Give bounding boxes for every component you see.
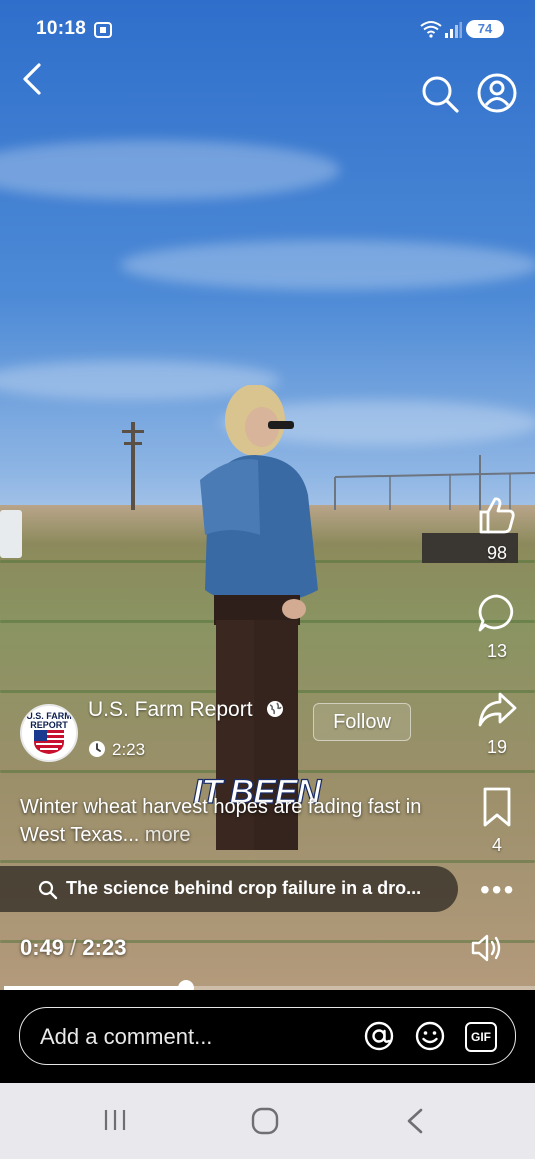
thumbs-up-icon <box>479 497 515 534</box>
status-bar: 10:18 74 <box>0 0 535 58</box>
comment-button[interactable]: 13 <box>470 592 524 662</box>
total-time: 2:23 <box>82 935 127 960</box>
nav-back-icon[interactable] <box>404 1107 426 1135</box>
globe-icon <box>267 701 284 717</box>
share-button[interactable]: 19 <box>470 690 524 758</box>
cloud <box>0 140 340 200</box>
wifi-icon <box>420 21 442 38</box>
battery-icon: 74 <box>466 20 504 38</box>
at-icon[interactable] <box>363 1020 395 1052</box>
more-link[interactable]: more <box>145 824 191 846</box>
more-options-icon[interactable]: ••• <box>480 876 515 904</box>
video-duration: 2:23 <box>112 740 146 759</box>
description-text: Winter wheat harvest hopes are fading fa… <box>20 796 422 846</box>
like-button[interactable]: 98 <box>470 494 524 564</box>
flag-emblem-icon <box>34 730 64 754</box>
field-row <box>0 860 535 863</box>
truck <box>0 510 22 558</box>
save-button[interactable]: 4 <box>470 786 524 856</box>
utility-pole <box>131 422 135 510</box>
volume-muted-icon[interactable] <box>470 932 504 964</box>
share-icon <box>478 692 517 727</box>
signal-icon <box>445 22 462 38</box>
time-separator: / <box>70 935 77 960</box>
back-arrow-icon[interactable] <box>20 62 44 96</box>
gif-button[interactable]: GIF <box>465 1022 497 1052</box>
home-icon[interactable] <box>251 1107 279 1135</box>
emoji-icon[interactable] <box>414 1020 446 1052</box>
author-name[interactable]: U.S. Farm Report <box>88 698 284 722</box>
search-icon <box>38 880 58 900</box>
author-name-text: U.S. Farm Report <box>88 698 253 721</box>
related-search-text[interactable]: The science behind crop failure in a dro… <box>66 878 421 899</box>
battery-level: 74 <box>477 21 493 36</box>
current-time: 0:49 <box>20 935 65 960</box>
recent-apps-icon[interactable] <box>102 1107 128 1133</box>
search-icon[interactable] <box>420 74 460 114</box>
clock-icon <box>89 741 105 757</box>
utility-pole-crossbar <box>124 442 142 445</box>
cloud <box>120 240 535 290</box>
screenshot-icon <box>94 22 112 38</box>
comment-placeholder[interactable]: Add a comment... <box>40 1024 212 1050</box>
follow-button[interactable]: Follow <box>313 703 411 741</box>
comment-count: 13 <box>486 641 508 661</box>
post-description[interactable]: Winter wheat harvest hopes are fading fa… <box>20 793 440 849</box>
save-count: 4 <box>491 835 502 855</box>
comment-icon <box>478 594 514 632</box>
profile-icon[interactable] <box>476 72 518 114</box>
utility-pole-crossbar <box>122 430 144 433</box>
avatar[interactable]: U.S. FARM REPORT <box>20 704 78 762</box>
like-count: 98 <box>486 543 508 563</box>
status-time: 10:18 <box>36 18 87 39</box>
share-count: 19 <box>486 737 508 757</box>
system-nav-bar <box>0 1083 535 1159</box>
playback-time: 0:49 / 2:23 <box>20 935 126 961</box>
bookmark-icon <box>483 787 511 827</box>
